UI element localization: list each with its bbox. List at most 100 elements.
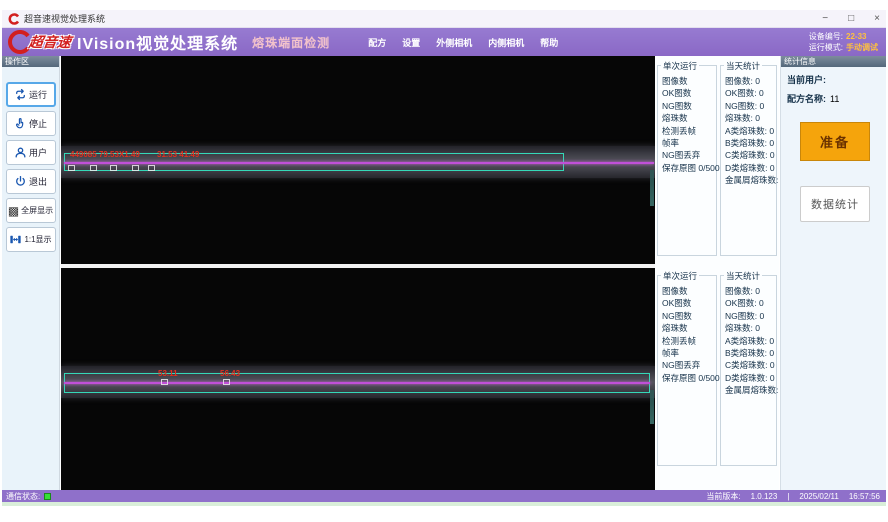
operation-sidebar: 操作区 运行 停止 bbox=[2, 56, 60, 490]
app-header: 超音速 IVision视觉处理系统 熔珠端面检测 配方 设置 外侧相机 内侧相机… bbox=[2, 28, 886, 56]
one-to-one-button[interactable]: 1:1显示 bbox=[6, 227, 56, 252]
stat-row: 图像数 bbox=[662, 285, 716, 297]
stop-hand-icon bbox=[14, 117, 27, 130]
stat-row: 帧率 bbox=[662, 137, 716, 149]
data-statistics-button[interactable]: 数据统计 bbox=[800, 186, 870, 222]
main-menu: 配方 设置 外侧相机 内侧相机 帮助 bbox=[368, 36, 558, 49]
close-button[interactable]: × bbox=[874, 14, 880, 24]
menu-item-settings[interactable]: 设置 bbox=[402, 36, 420, 49]
measurement-annotation: 56.43 bbox=[220, 369, 240, 378]
image-area: 449085 79.53X1.49 31.53 41.49 53.11 56.4… bbox=[61, 56, 655, 490]
stat-row: D类熔珠数: 0 bbox=[725, 372, 776, 384]
stat-row: OK图数 bbox=[662, 87, 716, 99]
defect-marker bbox=[90, 165, 97, 171]
defect-marker bbox=[110, 165, 117, 171]
stat-row: 保存原图 0/500 bbox=[662, 162, 716, 174]
exit-button[interactable]: 退出 bbox=[6, 169, 56, 194]
stat-row: 保存原图 0/500 bbox=[662, 372, 716, 384]
camera-view-bottom[interactable]: 53.11 56.43 bbox=[61, 268, 655, 490]
stat-row: NG图丢弃 bbox=[662, 149, 716, 161]
sidebar-header: 操作区 bbox=[2, 56, 59, 67]
stat-row: B类熔珠数: 0 bbox=[725, 347, 776, 359]
measurement-annotation: 53.11 bbox=[158, 369, 178, 378]
defect-marker bbox=[148, 165, 155, 171]
app-title: IVision视觉处理系统 bbox=[77, 30, 238, 54]
run-mode-label: 运行模式: bbox=[809, 43, 843, 52]
bead-center-line bbox=[64, 162, 654, 164]
stat-row: A类熔珠数: 0 bbox=[725, 125, 776, 137]
version-value: 1.0.123 bbox=[751, 492, 778, 501]
brand-logo-text: 超音速 bbox=[28, 32, 73, 52]
user-button[interactable]: 用户 bbox=[6, 140, 56, 165]
app-subtitle: 熔珠端面检测 bbox=[252, 34, 330, 51]
stat-row: 检测丢帧 bbox=[662, 125, 716, 137]
minimize-button[interactable]: − bbox=[822, 14, 828, 24]
recipe-name-label: 配方名称: bbox=[787, 94, 826, 104]
app-window: 超音速视觉处理系统 − □ × 超音速 IVision视觉处理系统 熔珠端面检测… bbox=[2, 10, 886, 506]
stat-row: OK图数 bbox=[662, 297, 716, 309]
info-panel: 统计信息 当前用户: 配方名称:11 准备 数据统计 bbox=[780, 56, 886, 490]
stat-row: 帧率 bbox=[662, 347, 716, 359]
camera-view-top[interactable]: 449085 79.53X1.49 31.53 41.49 bbox=[61, 56, 655, 264]
device-info: 设备编号:22-33 运行模式:手动调试 bbox=[809, 31, 878, 53]
menu-item-help[interactable]: 帮助 bbox=[540, 36, 558, 49]
status-bar: 通信状态: 当前版本: 1.0.123 | 2025/02/11 16:57:5… bbox=[2, 490, 886, 502]
recipe-name-value: 11 bbox=[830, 94, 839, 104]
window-title: 超音速视觉处理系统 bbox=[24, 12, 105, 25]
menu-item-outer-camera[interactable]: 外侧相机 bbox=[436, 36, 472, 49]
stat-row: NG图数 bbox=[662, 310, 716, 322]
single-run-groupbox: 单次运行 图像数 OK图数 NG图数 熔珠数 检测丢帧 帧率 NG图丢弃 保存原… bbox=[657, 65, 717, 256]
stat-row: 熔珠数: 0 bbox=[725, 322, 776, 334]
menu-item-inner-camera[interactable]: 内侧相机 bbox=[488, 36, 524, 49]
defect-marker bbox=[132, 165, 139, 171]
comm-status-label: 通信状态: bbox=[6, 491, 40, 502]
status-time: 16:57:56 bbox=[849, 492, 880, 501]
run-button[interactable]: 运行 bbox=[6, 82, 56, 107]
bead-center-line bbox=[64, 382, 650, 384]
stat-row: 熔珠数 bbox=[662, 112, 716, 124]
run-cycle-icon bbox=[14, 88, 27, 101]
defect-marker bbox=[223, 379, 230, 385]
fullscreen-icon: ▩ bbox=[8, 205, 19, 217]
status-separator: | bbox=[787, 492, 789, 501]
stat-row: NG图数 bbox=[662, 100, 716, 112]
user-icon bbox=[14, 146, 27, 159]
measurement-annotation: 31.53 41.49 bbox=[157, 150, 199, 159]
menu-item-recipe[interactable]: 配方 bbox=[368, 36, 386, 49]
prepare-button[interactable]: 准备 bbox=[800, 122, 870, 161]
version-label: 当前版本: bbox=[706, 491, 740, 502]
stat-row: 金属屑熔珠数: 0 bbox=[725, 174, 776, 186]
window-bottom-edge bbox=[2, 502, 886, 506]
defect-marker bbox=[161, 379, 168, 385]
stat-row: A类熔珠数: 0 bbox=[725, 335, 776, 347]
power-icon bbox=[14, 175, 27, 188]
daily-stats-groupbox: 当天统计 图像数: 0 OK图数: 0 NG图数: 0 熔珠数: 0 A类熔珠数… bbox=[720, 65, 777, 256]
defect-marker bbox=[68, 165, 75, 171]
measurement-annotation: 449085 79.53X1.49 bbox=[70, 150, 140, 159]
stat-row: 熔珠数: 0 bbox=[725, 112, 776, 124]
stat-row: C类熔珠数: 0 bbox=[725, 359, 776, 371]
single-run-groupbox: 单次运行 图像数 OK图数 NG图数 熔珠数 检测丢帧 帧率 NG图丢弃 保存原… bbox=[657, 275, 717, 466]
maximize-button[interactable]: □ bbox=[848, 14, 854, 24]
stat-row: B类熔珠数: 0 bbox=[725, 137, 776, 149]
stat-row: OK图数: 0 bbox=[725, 87, 776, 99]
stats-section-bottom: 单次运行 图像数 OK图数 NG图数 熔珠数 检测丢帧 帧率 NG图丢弃 保存原… bbox=[655, 268, 779, 470]
daily-stats-groupbox: 当天统计 图像数: 0 OK图数: 0 NG图数: 0 熔珠数: 0 A类熔珠数… bbox=[720, 275, 777, 466]
stat-row: 金属屑熔珠数: 0 bbox=[725, 384, 776, 396]
stats-column: 单次运行 图像数 OK图数 NG图数 熔珠数 检测丢帧 帧率 NG图丢弃 保存原… bbox=[655, 56, 779, 490]
device-no-value: 22-33 bbox=[846, 32, 866, 41]
run-mode-value: 手动调试 bbox=[846, 43, 878, 52]
stop-button[interactable]: 停止 bbox=[6, 111, 56, 136]
main-area: 操作区 运行 停止 bbox=[2, 56, 886, 490]
stat-row: D类熔珠数: 0 bbox=[725, 162, 776, 174]
fullscreen-button[interactable]: ▩ 全屏显示 bbox=[6, 198, 56, 223]
stat-row: NG图数: 0 bbox=[725, 310, 776, 322]
comm-status-indicator bbox=[44, 493, 51, 500]
stats-section-top: 单次运行 图像数 OK图数 NG图数 熔珠数 检测丢帧 帧率 NG图丢弃 保存原… bbox=[655, 58, 779, 260]
stat-row: NG图丢弃 bbox=[662, 359, 716, 371]
app-icon bbox=[8, 13, 20, 25]
device-no-label: 设备编号: bbox=[809, 32, 843, 41]
image-edge-artifact bbox=[650, 390, 654, 424]
stat-row: NG图数: 0 bbox=[725, 100, 776, 112]
brand-logo: 超音速 bbox=[6, 30, 71, 54]
